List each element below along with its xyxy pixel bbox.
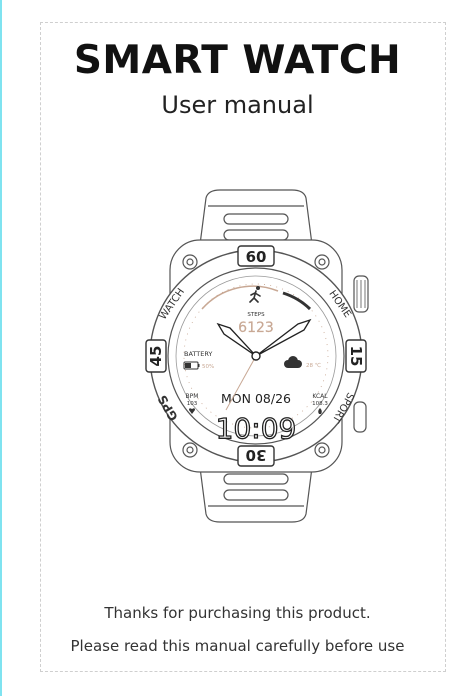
instruction-text: Please read this manual carefully before… [70, 637, 405, 655]
steps-value: 6123 [238, 320, 274, 336]
kcal-value: 108.3 [312, 401, 328, 407]
steps-label: STEPS [247, 312, 265, 318]
battery-percent: 50% [202, 364, 214, 370]
date-display: MON 08/26 [221, 391, 291, 406]
thanks-text: Thanks for purchasing this product. [104, 604, 371, 622]
manual-title: SMART WATCH [73, 38, 402, 83]
bezel-number-30: 30 [246, 446, 267, 464]
hands-pivot [251, 351, 261, 361]
digital-time: 10:09 [216, 412, 297, 445]
kcal-label: KCAL [312, 393, 328, 400]
temperature-value: 28 ℃ [306, 362, 321, 369]
bpm-value: 103 [187, 401, 198, 407]
bezel-number-45: 45 [147, 346, 165, 367]
smartwatch-illustration: 60 30 45 15 WATCH HOME GPS SPORT STEPS 6… [145, 189, 369, 523]
bezel-number-15: 15 [347, 346, 365, 367]
bezel-number-60: 60 [246, 248, 267, 266]
battery-label: BATTERY [184, 350, 212, 358]
bpm-label: BPM [186, 393, 199, 400]
manual-subtitle: User manual [161, 91, 314, 119]
